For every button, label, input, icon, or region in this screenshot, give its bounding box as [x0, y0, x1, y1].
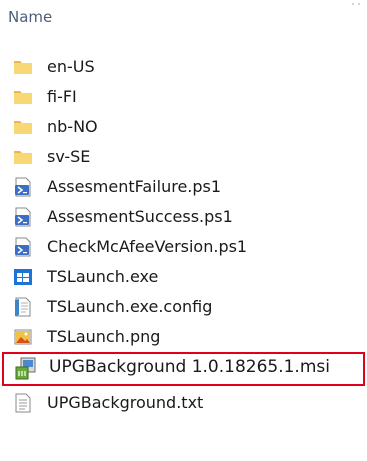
file-name: AssesmentSuccess.ps1	[47, 207, 233, 226]
file-name: en-US	[47, 57, 95, 76]
file-name: CheckMcAfeeVersion.ps1	[47, 237, 248, 256]
file-name: UPGBackground 1.0.18265.1.msi	[49, 357, 330, 377]
msi-installer-icon	[15, 357, 36, 380]
name-column-header[interactable]: Name	[8, 8, 52, 26]
text-file-icon	[15, 393, 31, 413]
folder-icon	[14, 61, 32, 74]
list-item[interactable]: AssesmentFailure.ps1	[0, 172, 367, 202]
sort-chevron-icon	[352, 3, 360, 5]
list-item[interactable]: en-US	[0, 52, 367, 82]
list-item[interactable]: sv-SE	[0, 142, 367, 172]
list-item[interactable]: nb-NO	[0, 112, 367, 142]
image-file-icon	[14, 329, 32, 345]
powershell-script-icon	[15, 177, 31, 197]
column-header: Name	[0, 0, 367, 44]
list-item[interactable]: TSLaunch.png	[0, 322, 367, 352]
file-name: UPGBackground.txt	[47, 393, 204, 412]
list-item[interactable]: AssesmentSuccess.ps1	[0, 202, 367, 232]
file-name: nb-NO	[47, 117, 98, 136]
list-item[interactable]: TSLaunch.exe	[0, 262, 367, 292]
list-item[interactable]: CheckMcAfeeVersion.ps1	[0, 232, 367, 262]
file-name: TSLaunch.exe.config	[47, 297, 213, 316]
folder-icon	[14, 151, 32, 164]
config-file-icon	[15, 297, 31, 317]
folder-icon	[14, 121, 32, 134]
list-item[interactable]: UPGBackground.txt	[0, 388, 367, 418]
file-name: AssesmentFailure.ps1	[47, 177, 222, 196]
file-name: fi-FI	[47, 87, 77, 106]
powershell-script-icon	[15, 207, 31, 227]
folder-icon	[14, 91, 32, 104]
list-item[interactable]: TSLaunch.exe.config	[0, 292, 367, 322]
file-name: sv-SE	[47, 147, 91, 166]
list-item[interactable]: fi-FI	[0, 82, 367, 112]
file-name: TSLaunch.png	[47, 327, 161, 346]
file-name: TSLaunch.exe	[47, 267, 159, 286]
list-item-highlighted[interactable]: UPGBackground 1.0.18265.1.msi	[2, 352, 365, 386]
powershell-script-icon	[15, 237, 31, 257]
windows-app-icon	[14, 269, 32, 285]
